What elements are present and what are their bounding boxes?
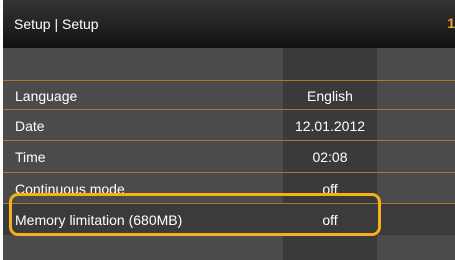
setting-label: Language bbox=[15, 88, 78, 104]
setting-row-continuous-mode[interactable]: Continuous mode off bbox=[3, 173, 455, 195]
setting-row-date[interactable]: Date 12.01.2012 bbox=[3, 110, 455, 141]
setup-screen: Setup | Setup 1 Language English Date 12… bbox=[3, 0, 455, 260]
setting-label: Time bbox=[15, 149, 46, 165]
setting-value: English bbox=[307, 88, 353, 104]
setting-value: 12.01.2012 bbox=[294, 118, 366, 134]
selection-highlight bbox=[9, 193, 381, 236]
setting-row-time[interactable]: Time 02:08 bbox=[3, 141, 455, 172]
setting-value: 02:08 bbox=[312, 149, 348, 165]
setting-row-language[interactable]: Language English bbox=[3, 80, 455, 111]
page-number: 1 bbox=[447, 15, 455, 31]
title-bar: Setup | Setup 1 bbox=[3, 0, 455, 48]
page-title: Setup | Setup bbox=[14, 16, 99, 32]
setting-label: Date bbox=[15, 118, 45, 134]
